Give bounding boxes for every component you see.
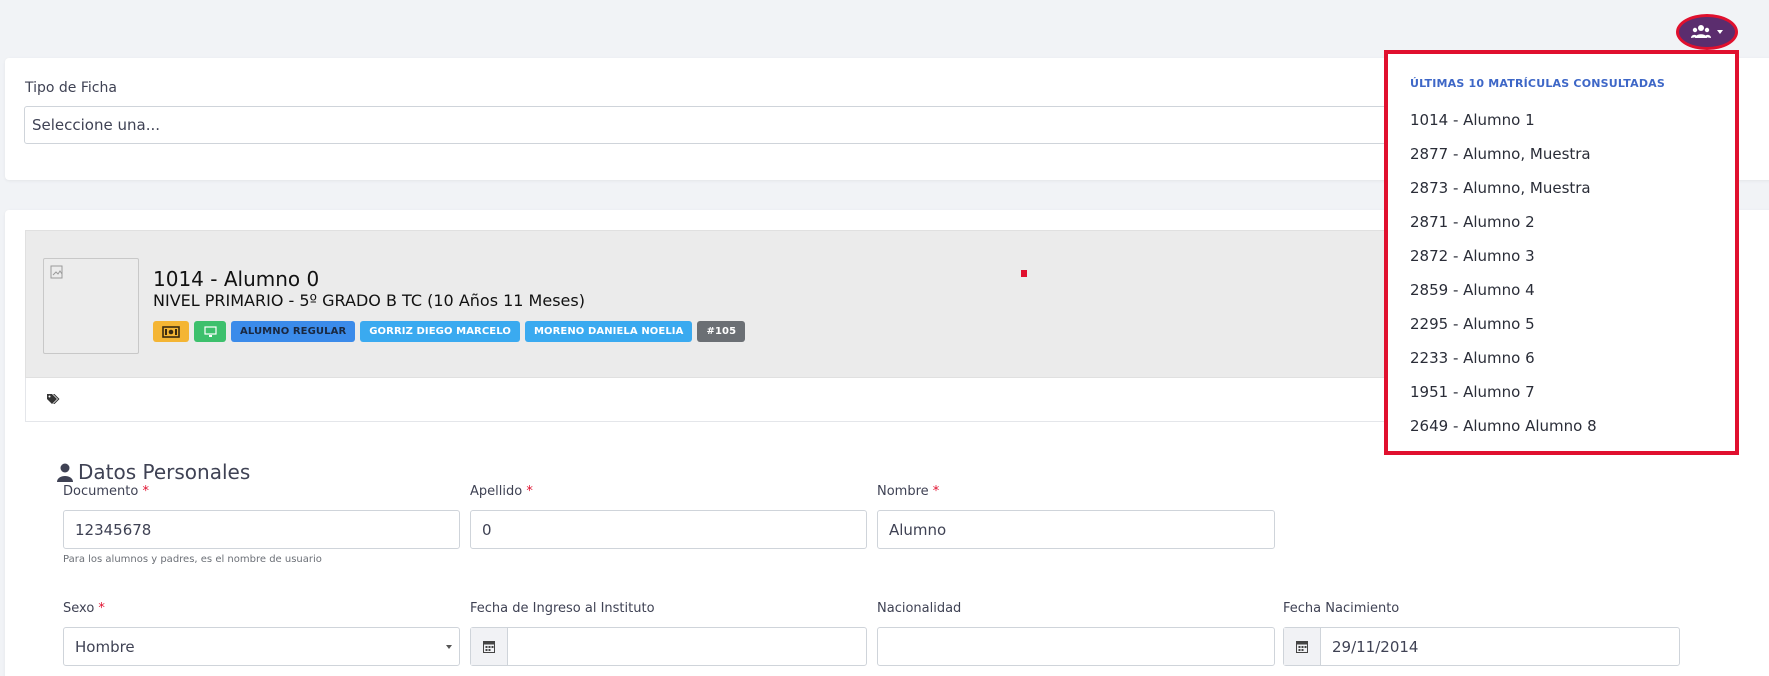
fecha-ingreso-value [508,628,530,665]
nombre-label: Nombre * [877,484,940,499]
chevron-down-icon [446,645,452,649]
recent-student-item[interactable]: 2859 - Alumno 4 [1410,282,1597,316]
recent-student-item[interactable]: 2295 - Alumno 5 [1410,316,1597,350]
fecha-nacimiento-value: 29/11/2014 [1332,638,1419,656]
recent-student-item[interactable]: 1014 - Alumno 1 [1410,112,1597,146]
student-level: NIVEL PRIMARIO - 5º GRADO B TC (10 Años … [153,291,585,310]
broken-image-icon [50,265,63,279]
recent-students-list: 1014 - Alumno 1 2877 - Alumno, Muestra 2… [1410,112,1597,452]
recent-student-item[interactable]: 2871 - Alumno 2 [1410,214,1597,248]
documento-input[interactable]: 12345678 [63,510,460,549]
ficha-type-select[interactable]: Seleccione una... [24,106,1524,144]
chevron-down-icon [1717,30,1723,34]
student-name: 1014 - Alumno 0 [153,267,320,291]
marker-dot [1021,270,1027,277]
recent-student-item[interactable]: 2233 - Alumno 6 [1410,350,1597,384]
sexo-select[interactable]: Hombre [63,627,460,666]
user-icon [57,463,73,482]
calendar-icon[interactable] [471,628,508,665]
ficha-type-label: Tipo de Ficha [25,80,117,96]
users-icon [1691,25,1711,38]
calendar-icon[interactable] [1284,628,1321,665]
fecha-nacimiento-label: Fecha Nacimiento [1283,601,1400,616]
sexo-value: Hombre [75,638,135,656]
badge-row: ALUMNO REGULAR GORRIZ DIEGO MARCELO MORE… [153,321,746,342]
status-badge: ALUMNO REGULAR [231,321,356,342]
teacher-badge-1: GORRIZ DIEGO MARCELO [360,321,520,342]
apellido-input[interactable]: 0 [470,510,867,549]
number-badge: #105 [697,321,746,342]
money-badge[interactable] [153,321,189,342]
money-icon [162,325,180,338]
fecha-nacimiento-field[interactable]: 29/11/2014 [1283,627,1680,666]
monitor-icon [203,325,217,337]
documento-label: Documento * [63,484,149,499]
apellido-label: Apellido * [470,484,533,499]
sexo-label: Sexo * [63,601,105,616]
recent-student-item[interactable]: 2649 - Alumno Alumno 8 [1410,418,1597,452]
recent-student-item[interactable]: 2872 - Alumno 3 [1410,248,1597,282]
section-title-text: Datos Personales [78,460,251,484]
nombre-input[interactable]: Alumno [877,510,1275,549]
monitor-badge[interactable] [194,321,226,342]
tags-icon[interactable] [46,393,60,405]
fecha-ingreso-label: Fecha de Ingreso al Instituto [470,601,655,616]
recent-student-item[interactable]: 1951 - Alumno 7 [1410,384,1597,418]
recent-student-item[interactable]: 2877 - Alumno, Muestra [1410,146,1597,180]
nacionalidad-input[interactable] [877,627,1275,666]
documento-help: Para los alumnos y padres, es el nombre … [63,554,322,565]
nacionalidad-label: Nacionalidad [877,601,962,616]
fecha-ingreso-field[interactable] [470,627,867,666]
dropdown-title: ÚLTIMAS 10 MATRÍCULAS CONSULTADAS [1410,77,1666,90]
recent-students-dropdown: ÚLTIMAS 10 MATRÍCULAS CONSULTADAS 1014 -… [1384,50,1739,455]
teacher-badge-2: MORENO DANIELA NOELIA [524,321,693,342]
student-photo[interactable] [43,258,139,354]
recent-students-toggle-button[interactable] [1676,14,1738,50]
recent-student-item[interactable]: 2873 - Alumno, Muestra [1410,180,1597,214]
section-title-personal: Datos Personales [57,460,250,484]
